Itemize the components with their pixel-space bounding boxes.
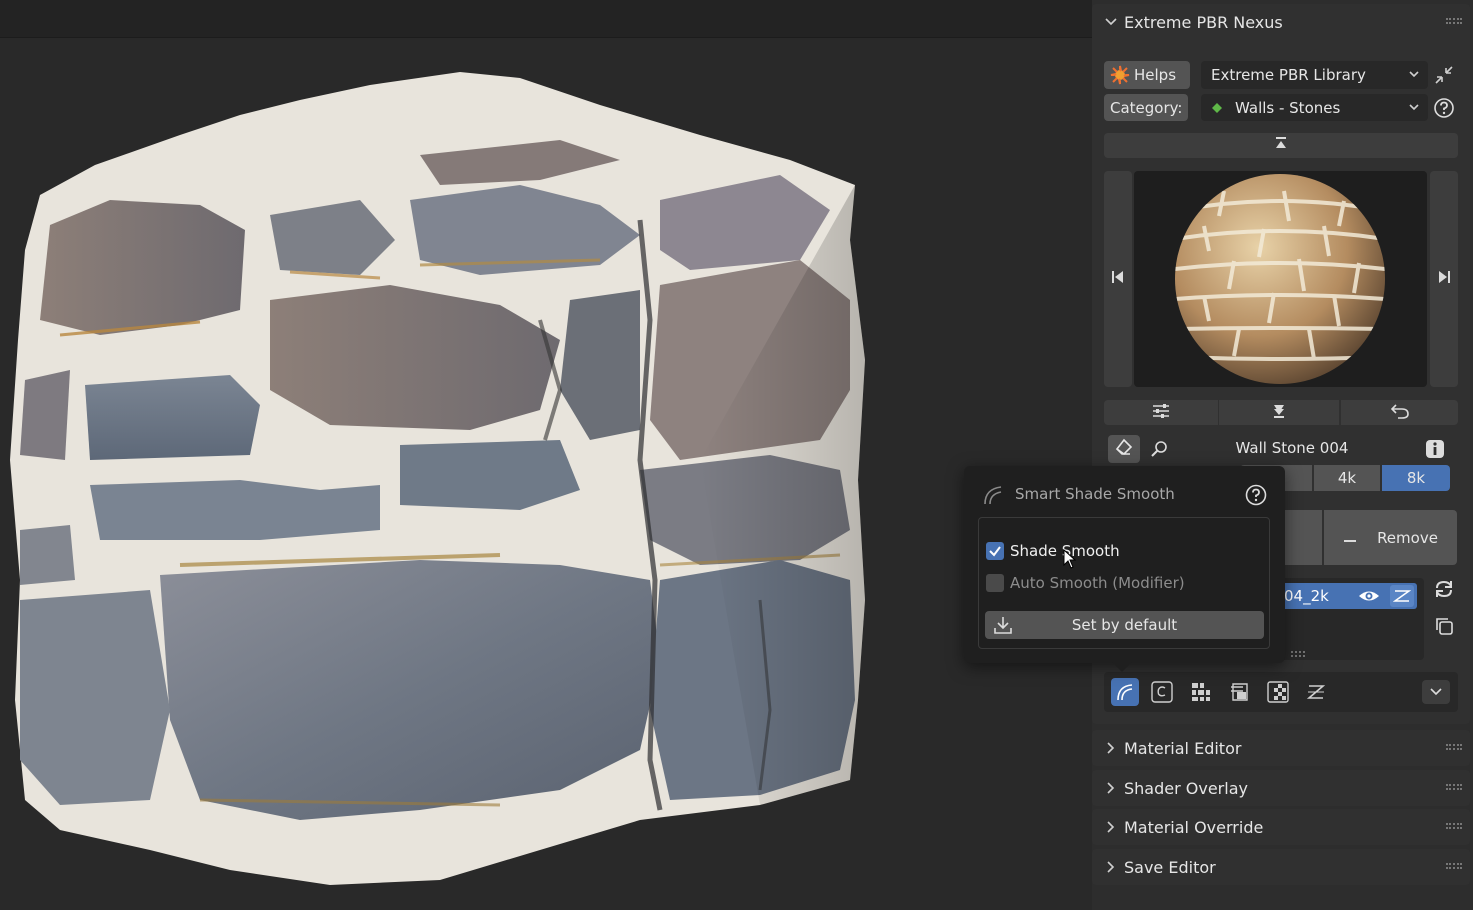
shade-smooth-checkbox[interactable] (986, 542, 1004, 560)
texture-grid-icon[interactable] (1189, 680, 1213, 704)
info-icon[interactable] (1424, 438, 1446, 460)
remove-label: Remove (1377, 528, 1438, 547)
smart-shade-smooth-popover: Smart Shade Smooth Shade Smooth Auto Smo… (964, 466, 1285, 663)
sliders-icon (1151, 403, 1171, 423)
drag-grip-icon[interactable] (1446, 744, 1462, 752)
material-editor-title: Material Editor (1124, 738, 1242, 758)
set-by-default-label: Set by default (1071, 616, 1178, 634)
import-bottom-button[interactable] (1219, 400, 1339, 425)
resolution-4k-button[interactable]: 4k (1314, 465, 1380, 491)
help-icon[interactable] (1244, 483, 1268, 511)
library-dropdown[interactable]: Extreme PBR Library (1201, 61, 1428, 89)
download-icon (993, 615, 1013, 639)
drag-grip-icon[interactable] (1446, 823, 1462, 831)
next-material-button[interactable] (1430, 171, 1458, 387)
shader-overlay-title: Shader Overlay (1124, 778, 1248, 798)
save-editor-title: Save Editor (1124, 857, 1216, 877)
adjust-settings-button[interactable] (1104, 400, 1218, 425)
arrow-to-top-icon (1274, 136, 1288, 155)
popover-options-box: Shade Smooth Auto Smooth (Modifier) Set … (978, 517, 1270, 649)
smart-shade-smooth-icon[interactable] (1111, 678, 1139, 706)
popover-arrow (1112, 662, 1132, 672)
scroll-top-button[interactable] (1104, 133, 1458, 158)
panel-title: Extreme PBR Nexus (1124, 12, 1283, 32)
skip-forward-icon (1437, 270, 1451, 288)
copy-icon[interactable] (1432, 614, 1456, 638)
eraser-icon (1114, 437, 1134, 461)
texture-paper-icon[interactable] (1228, 680, 1252, 704)
material-override-title: Material Override (1124, 817, 1264, 837)
clear-c-icon[interactable] (1150, 680, 1174, 704)
chevron-right-icon (1104, 860, 1118, 874)
resolution-4k-label: 4k (1337, 469, 1357, 487)
list-resize-grip-icon[interactable] (1290, 644, 1306, 657)
material-override-panel[interactable]: Material Override (1092, 809, 1470, 845)
helps-button[interactable]: Helps (1104, 61, 1190, 89)
starburst-icon (1110, 65, 1130, 85)
save-editor-panel[interactable]: Save Editor (1092, 849, 1470, 885)
node-wrangler-icon[interactable] (1304, 680, 1328, 704)
arrow-to-bottom-icon (1272, 404, 1286, 422)
library-value: Extreme PBR Library (1211, 66, 1366, 84)
auto-smooth-checkbox[interactable] (986, 574, 1004, 592)
drag-grip-icon[interactable] (1446, 18, 1462, 26)
previous-material-button[interactable] (1104, 171, 1132, 387)
popover-title: Smart Shade Smooth (1015, 485, 1175, 503)
category-value: Walls - Stones (1235, 98, 1341, 117)
chevron-right-icon (1104, 820, 1118, 834)
chevron-right-icon (1104, 781, 1118, 795)
extreme-pbr-nexus-header[interactable]: Extreme PBR Nexus (1092, 4, 1470, 40)
undo-button[interactable] (1341, 400, 1458, 425)
expand-chevron-icon[interactable] (1422, 680, 1450, 704)
search-icon[interactable] (1146, 437, 1172, 461)
resolution-8k-button[interactable]: 8k (1382, 465, 1450, 491)
viewport-header (0, 0, 1165, 38)
diamond-icon (1211, 102, 1223, 114)
helps-label: Helps (1134, 66, 1177, 84)
node-link-icon[interactable] (1390, 585, 1414, 607)
smart-shade-smooth-icon (982, 484, 1004, 510)
auto-smooth-label[interactable]: Auto Smooth (Modifier) (1010, 574, 1185, 592)
drag-grip-icon[interactable] (1446, 863, 1462, 871)
skip-back-icon (1111, 270, 1125, 288)
chevron-right-icon (1104, 741, 1118, 755)
material-editor-panel[interactable]: Material Editor (1092, 730, 1470, 766)
help-icon[interactable] (1432, 96, 1456, 120)
undo-arrow-icon (1390, 403, 1410, 423)
category-label: Category: (1104, 94, 1188, 121)
remove-button[interactable]: Remove (1324, 510, 1457, 565)
refresh-icon[interactable] (1432, 577, 1456, 601)
material-preview[interactable] (1134, 171, 1427, 387)
checker-texture-icon[interactable] (1266, 680, 1290, 704)
minus-icon (1343, 529, 1357, 547)
collapse-arrows-icon[interactable] (1432, 63, 1456, 87)
material-name: Wall Stone 004 (1235, 439, 1349, 457)
eye-icon[interactable] (1358, 588, 1380, 608)
3d-viewport[interactable] (0, 0, 1165, 910)
drag-grip-icon[interactable] (1446, 784, 1462, 792)
resolution-8k-label: 8k (1406, 469, 1426, 487)
material-slot-button[interactable] (1108, 435, 1140, 463)
stone-wall-mesh[interactable] (0, 60, 880, 900)
chevron-down-icon (1408, 67, 1420, 85)
active-material-label: 04_2k (1284, 587, 1329, 605)
mouse-cursor-icon (1063, 548, 1077, 573)
chevron-down-icon (1408, 100, 1420, 118)
shader-overlay-panel[interactable]: Shader Overlay (1092, 770, 1470, 806)
category-dropdown[interactable]: Walls - Stones (1201, 94, 1428, 121)
set-by-default-button[interactable]: Set by default (985, 611, 1264, 639)
chevron-down-icon (1104, 15, 1118, 29)
